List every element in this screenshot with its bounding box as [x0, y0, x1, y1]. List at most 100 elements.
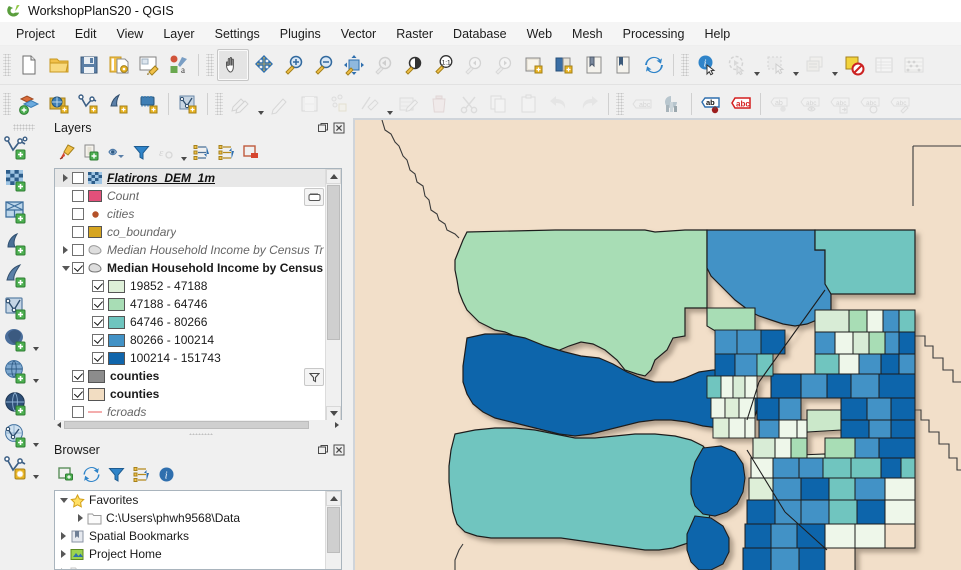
layer-visibility-checkbox[interactable] — [72, 226, 84, 238]
class-visibility-checkbox[interactable] — [92, 334, 104, 346]
identify-features-icon[interactable]: i — [692, 50, 722, 80]
chevron-down-icon[interactable] — [752, 46, 761, 84]
open-project-icon[interactable] — [44, 50, 74, 80]
menu-project[interactable]: Project — [6, 25, 65, 43]
layer-row-counties-grey[interactable]: counties — [55, 367, 326, 386]
legend-class-row[interactable]: 19852 - 47188 — [55, 277, 326, 295]
add-spatialite-layer-icon[interactable] — [2, 229, 32, 259]
refresh-icon[interactable] — [79, 462, 103, 486]
filter-legend-expression-icon[interactable]: ε — [154, 140, 178, 164]
deselect-features-icon[interactable] — [800, 50, 830, 80]
browser-vertical-scrollbar[interactable] — [325, 491, 341, 569]
modify-attributes-icon[interactable] — [394, 89, 424, 119]
add-mesh-layer-icon[interactable] — [2, 197, 32, 227]
save-project-icon[interactable] — [74, 50, 104, 80]
undock-icon[interactable] — [315, 121, 330, 136]
expand-arrow-icon[interactable] — [59, 241, 72, 259]
layer-visibility-checkbox[interactable] — [72, 406, 84, 418]
expand-arrow-icon[interactable] — [74, 509, 87, 527]
map-canvas[interactable] — [355, 120, 961, 570]
layers-horizontal-scrollbar[interactable] — [54, 420, 342, 430]
vertex-tool-icon[interactable] — [355, 89, 385, 119]
filter-browser-icon[interactable] — [104, 462, 128, 486]
legend-class-row[interactable]: 80266 - 100214 — [55, 331, 326, 349]
legend-class-row[interactable]: 100214 - 151743 — [55, 349, 326, 367]
filter-icon[interactable] — [304, 368, 324, 386]
chevron-down-icon[interactable] — [179, 137, 188, 168]
collapse-all-icon[interactable] — [214, 140, 238, 164]
pan-map-icon[interactable] — [217, 49, 249, 81]
scroll-thumb[interactable] — [64, 421, 309, 429]
add-raster-layer-icon[interactable] — [44, 89, 74, 119]
new-shapefile-layer-icon[interactable] — [2, 453, 32, 483]
toolbar-grip[interactable] — [13, 124, 35, 131]
undo-icon[interactable] — [544, 89, 574, 119]
toolbar-grip[interactable] — [215, 93, 223, 115]
add-virtual-layer-icon[interactable] — [2, 261, 32, 291]
expand-arrow-icon[interactable] — [59, 169, 72, 187]
collapse-arrow-icon[interactable] — [59, 259, 72, 277]
add-vector-tile-layer-icon[interactable] — [2, 293, 32, 323]
browser-item-data-folder[interactable]: C:\Users\phwh9568\Data — [55, 509, 326, 527]
add-selected-layers-icon[interactable] — [54, 462, 78, 486]
filter-legend-icon[interactable] — [129, 140, 153, 164]
close-icon[interactable] — [331, 443, 346, 458]
run-feature-action-icon[interactable] — [722, 50, 752, 80]
layer-visibility-checkbox[interactable] — [72, 262, 84, 274]
layer-visibility-checkbox[interactable] — [72, 190, 84, 202]
menu-database[interactable]: Database — [443, 25, 517, 43]
new-print-layout-icon[interactable] — [134, 50, 164, 80]
style-manager-icon[interactable]: a — [164, 50, 194, 80]
statistical-summary-icon[interactable] — [899, 50, 929, 80]
change-label-icon[interactable]: abc — [885, 89, 915, 119]
scroll-left-arrow-icon[interactable] — [54, 420, 64, 430]
add-delimited-text-layer-icon[interactable] — [74, 89, 104, 119]
add-mesh-layer-icon[interactable] — [134, 89, 164, 119]
pin-labels-icon[interactable]: ab — [696, 89, 726, 119]
zoom-next-icon[interactable] — [489, 50, 519, 80]
add-wfs-layer-icon[interactable] — [2, 421, 32, 451]
delete-selected-icon[interactable] — [424, 89, 454, 119]
properties-info-icon[interactable]: i — [154, 462, 178, 486]
toolbar-grip[interactable] — [3, 54, 11, 76]
menu-settings[interactable]: Settings — [205, 25, 270, 43]
new-bookmark-icon[interactable] — [609, 50, 639, 80]
menu-mesh[interactable]: Mesh — [562, 25, 613, 43]
layers-tree[interactable]: Flatirons_DEM_1m Count cities co_boundar… — [54, 168, 342, 422]
new-project-icon[interactable] — [14, 50, 44, 80]
scroll-right-arrow-icon[interactable] — [332, 420, 342, 430]
browser-tree[interactable]: Favorites C:\Users\phwh9568\Data Spatial… — [54, 490, 342, 570]
zoom-last-icon[interactable] — [459, 50, 489, 80]
cut-features-icon[interactable] — [454, 89, 484, 119]
manage-map-themes-icon[interactable] — [104, 140, 128, 164]
layer-row-median-income-hidden[interactable]: Median Household Income by Census Tr — [55, 241, 326, 259]
diagram-properties-icon[interactable] — [657, 89, 687, 119]
scroll-thumb[interactable] — [327, 185, 340, 340]
add-vector-layer-icon[interactable] — [14, 89, 44, 119]
rotate-label-icon[interactable]: abc — [855, 89, 885, 119]
toolbar-grip[interactable] — [206, 54, 214, 76]
layer-row-count[interactable]: Count — [55, 187, 326, 206]
layers-vertical-scrollbar[interactable] — [325, 169, 341, 421]
redo-icon[interactable] — [574, 89, 604, 119]
legend-class-row[interactable]: 47188 - 64746 — [55, 295, 326, 313]
menu-layer[interactable]: Layer — [153, 25, 204, 43]
show-hide-labels-icon[interactable]: abc — [795, 89, 825, 119]
class-visibility-checkbox[interactable] — [92, 352, 104, 364]
layer-row-cities[interactable]: cities — [55, 205, 326, 223]
zoom-to-selection-icon[interactable] — [369, 50, 399, 80]
pan-to-selection-icon[interactable] — [249, 50, 279, 80]
chevron-down-icon[interactable] — [830, 46, 839, 84]
menu-edit[interactable]: Edit — [65, 25, 107, 43]
layer-row-median-income-visible[interactable]: Median Household Income by Census Tr — [55, 259, 326, 277]
undock-icon[interactable] — [315, 443, 330, 458]
zoom-out-icon[interactable] — [309, 50, 339, 80]
select-features-icon[interactable] — [761, 50, 791, 80]
collapse-arrow-icon[interactable] — [57, 491, 70, 509]
layer-row-co-boundary[interactable]: co_boundary — [55, 223, 326, 241]
menu-raster[interactable]: Raster — [386, 25, 443, 43]
save-project-as-icon[interactable] — [104, 50, 134, 80]
open-field-calculator-icon[interactable] — [839, 50, 869, 80]
layer-row-flatirons-dem[interactable]: Flatirons_DEM_1m — [55, 169, 326, 187]
add-group-icon[interactable] — [79, 140, 103, 164]
